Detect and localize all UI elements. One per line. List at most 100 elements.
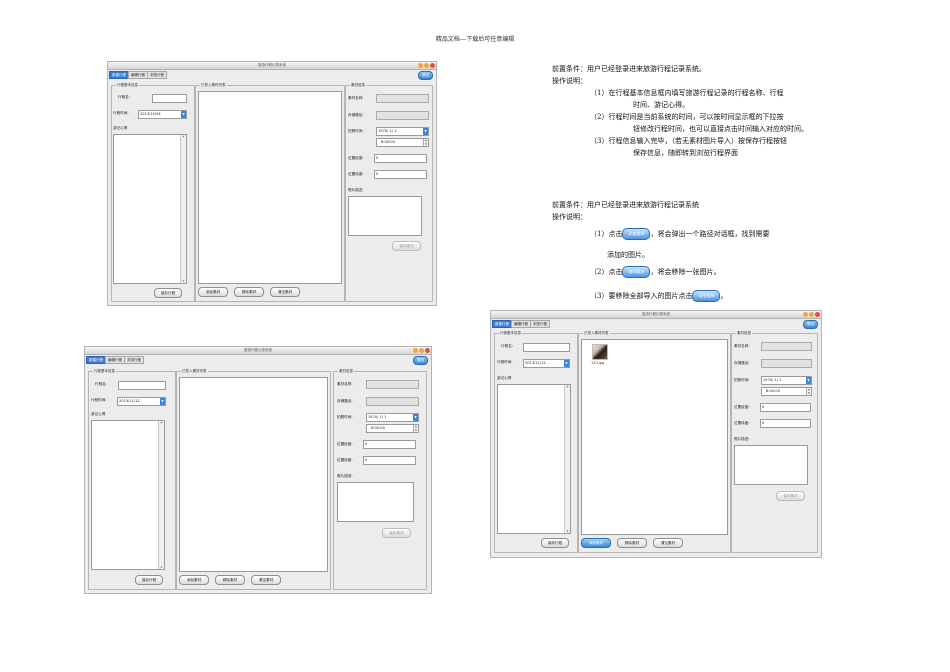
material-thumbnail[interactable] bbox=[592, 344, 608, 360]
stepper-arrows-icon[interactable]: ▲ ▼ bbox=[423, 139, 428, 146]
shot-date-picker[interactable]: 1970/ 1/ 1 ▼ bbox=[761, 376, 812, 385]
latitude-input[interactable]: 0 bbox=[374, 170, 427, 179]
scrollbar[interactable] bbox=[564, 385, 570, 533]
chevron-down-icon[interactable]: ▼ bbox=[413, 414, 418, 421]
title-bar[interactable]: 旅游行程记录系统 bbox=[108, 62, 436, 70]
tab-new-trip[interactable]: 新建行程 bbox=[492, 320, 512, 328]
shot-time-stepper[interactable]: 8:00:00 ▲ ▼ bbox=[761, 387, 812, 396]
shot-date-value: 1970/ 1/ 1 bbox=[378, 129, 397, 133]
photo-description-textarea[interactable] bbox=[348, 196, 422, 236]
title-bar[interactable]: 旅游行程记录系统 bbox=[85, 347, 431, 355]
chevron-down-icon[interactable]: ▼ bbox=[806, 377, 811, 384]
trip-time-picker[interactable]: 2013/10/24 ▼ bbox=[138, 110, 187, 119]
remove-material-button[interactable]: 移除素材 bbox=[617, 538, 647, 548]
clear-material-button[interactable]: 清空素材 bbox=[270, 287, 300, 297]
trip-time-value: 2013/10/24 bbox=[140, 112, 161, 116]
tab-new-trip[interactable]: 新建行程 bbox=[109, 71, 129, 79]
instruction-add-post: ，将会弹出一个路径对话框，找到需要 bbox=[650, 230, 770, 238]
latitude-input[interactable]: 0 bbox=[760, 419, 811, 428]
notes-textarea[interactable] bbox=[113, 134, 187, 284]
trip-name-input[interactable] bbox=[118, 381, 166, 390]
tab-new-trip[interactable]: 新建行程 bbox=[86, 356, 106, 364]
instruction-remove: （2）点击 移除素材 ，将会移除一张图片。 bbox=[590, 266, 720, 278]
add-material-button[interactable]: 添加素材 bbox=[179, 575, 209, 585]
group-label: 素材信息 bbox=[350, 83, 366, 88]
precondition-1: 前置条件：用户已经登录进来旅游行程记录系统。 bbox=[552, 65, 706, 73]
photo-description-textarea[interactable] bbox=[337, 482, 414, 522]
title-bar[interactable]: 旅游行程记录系统 bbox=[491, 311, 821, 319]
close-icon[interactable] bbox=[815, 312, 820, 317]
latitude-input[interactable]: 0 bbox=[363, 456, 416, 465]
storage-path-label: 存储路径: bbox=[734, 361, 750, 365]
close-icon[interactable] bbox=[425, 348, 430, 353]
shot-time-label: 拍照时间: bbox=[348, 129, 364, 133]
step1-line1: （1）在行程基本信息框内填写旅游行程记录的行程名称、行程 bbox=[590, 89, 784, 97]
tab-browse-trip[interactable]: 浏览行程 bbox=[124, 356, 144, 364]
maximize-icon[interactable] bbox=[419, 348, 424, 353]
shot-date-picker[interactable]: 1970/ 1/ 1 ▼ bbox=[376, 127, 429, 136]
chevron-down-icon[interactable]: ▼ bbox=[564, 360, 569, 367]
tab-edit-trip[interactable]: 编辑行程 bbox=[128, 71, 148, 79]
precondition-2: 前置条件：用户已经登录进来旅游行程记录系统 bbox=[552, 201, 699, 209]
minimize-icon[interactable] bbox=[418, 63, 423, 68]
shot-date-picker[interactable]: 1970/ 1/ 1 ▼ bbox=[366, 413, 419, 422]
minimize-icon[interactable] bbox=[803, 312, 808, 317]
scrollbar[interactable] bbox=[158, 421, 164, 569]
tab-browse-trip[interactable]: 浏览行程 bbox=[530, 320, 550, 328]
exit-button[interactable]: 退出 bbox=[803, 320, 818, 329]
remove-material-button[interactable]: 移除素材 bbox=[215, 575, 245, 585]
maximize-icon[interactable] bbox=[809, 312, 814, 317]
notes-textarea[interactable] bbox=[91, 420, 165, 570]
save-trip-button[interactable]: 保存行程 bbox=[154, 288, 182, 298]
trip-time-picker[interactable]: 2013/11/12 ▼ bbox=[523, 359, 570, 368]
maximize-icon[interactable] bbox=[424, 63, 429, 68]
clear-material-button[interactable]: 清空素材 bbox=[251, 575, 281, 585]
clear-material-button-image: 清空素材 bbox=[692, 290, 721, 302]
stepper-arrows-icon[interactable]: ▲ ▼ bbox=[413, 425, 418, 432]
trip-name-input[interactable] bbox=[152, 94, 187, 103]
minimize-icon[interactable] bbox=[413, 348, 418, 353]
notes-textarea[interactable] bbox=[497, 384, 571, 534]
shot-time-stepper[interactable]: 8:00:00 ▲ ▼ bbox=[366, 424, 419, 433]
chevron-down-icon[interactable]: ▼ bbox=[160, 398, 165, 405]
tab-edit-trip[interactable]: 编辑行程 bbox=[511, 320, 531, 328]
save-trip-button[interactable]: 保存行程 bbox=[135, 575, 163, 585]
exit-button[interactable]: 退出 bbox=[413, 356, 428, 365]
step2-line1: （2）行程时间是当前系统的时间，可以按时间显示框的下拉按 bbox=[590, 113, 784, 121]
remove-material-button[interactable]: 移除素材 bbox=[234, 287, 264, 297]
chevron-down-icon[interactable]: ▼ bbox=[181, 111, 186, 118]
trip-time-value: 2013/11/12 bbox=[119, 399, 140, 403]
notes-label: 游记心得 bbox=[497, 376, 512, 380]
group-label: 行程基本信息 bbox=[116, 83, 139, 88]
materials-list[interactable] bbox=[179, 377, 328, 572]
close-icon[interactable] bbox=[430, 63, 435, 68]
save-trip-button[interactable]: 保存行程 bbox=[541, 538, 569, 548]
save-material-button[interactable]: 保存素材 bbox=[776, 491, 805, 501]
add-material-button[interactable]: 添加素材 bbox=[198, 287, 228, 297]
tab-browse-trip[interactable]: 浏览行程 bbox=[147, 71, 167, 79]
stepper-arrows-icon[interactable]: ▲ ▼ bbox=[806, 388, 811, 395]
app-window-1: 旅游行程记录系统 新建行程 编辑行程 浏览行程 退出 行程基本信息 行程名: 行程时… bbox=[107, 61, 437, 306]
trip-name-input[interactable] bbox=[523, 343, 570, 352]
shot-time-stepper[interactable]: 8:00:00 ▲ ▼ bbox=[376, 138, 429, 147]
tab-edit-trip[interactable]: 编辑行程 bbox=[105, 356, 125, 364]
chevron-down-icon[interactable]: ▼ bbox=[423, 128, 428, 135]
longitude-input[interactable]: 0 bbox=[760, 403, 811, 412]
trip-time-label: 行程时间: bbox=[113, 111, 129, 115]
add-material-button[interactable]: 添加素材 bbox=[581, 538, 611, 548]
save-material-button[interactable]: 保存素材 bbox=[382, 528, 411, 538]
exit-button[interactable]: 退出 bbox=[418, 71, 433, 80]
scrollbar[interactable] bbox=[180, 135, 186, 283]
photo-description-textarea[interactable] bbox=[734, 445, 808, 485]
shot-time-value: 8:00:00 bbox=[371, 426, 385, 430]
materials-list[interactable] bbox=[198, 91, 342, 284]
materials-list[interactable]: 123.jpg bbox=[581, 339, 728, 535]
clear-material-button[interactable]: 清空素材 bbox=[653, 538, 683, 548]
trip-time-picker[interactable]: 2013/11/12 ▼ bbox=[117, 397, 166, 406]
longitude-input[interactable]: 0 bbox=[374, 154, 427, 163]
save-material-button[interactable]: 保存素材 bbox=[392, 241, 421, 251]
longitude-input[interactable]: 0 bbox=[363, 440, 416, 449]
photo-description-label: 照片描述: bbox=[734, 437, 750, 441]
group-label: 素材信息 bbox=[338, 369, 354, 374]
instruction-remove-post: ，将会移除一张图片。 bbox=[650, 268, 721, 276]
